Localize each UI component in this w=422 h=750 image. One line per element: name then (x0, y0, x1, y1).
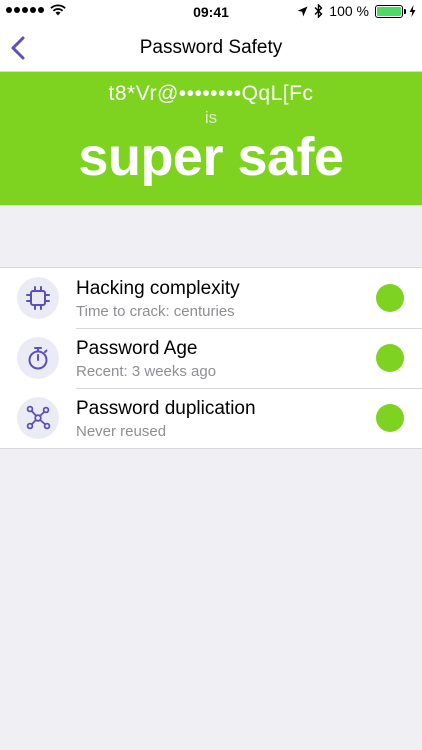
status-right: 100 % (297, 3, 416, 19)
status-indicator-dot (376, 404, 404, 432)
location-icon (297, 6, 308, 16)
status-indicator-dot (376, 284, 404, 312)
charging-icon (409, 5, 416, 17)
list-item-password-duplication[interactable]: Password duplication Never reused (0, 388, 422, 448)
list-item-subtitle: Time to crack: centuries (76, 303, 235, 320)
battery-percent: 100 % (329, 3, 369, 19)
stopwatch-icon (17, 337, 59, 379)
bluetooth-icon (314, 4, 323, 18)
chip-icon (17, 277, 59, 319)
list-item-subtitle: Never reused (76, 423, 167, 440)
list-item-hacking-complexity[interactable]: Hacking complexity Time to crack: centur… (0, 268, 422, 328)
network-icon (17, 397, 59, 439)
list-item-title: Password duplication (76, 398, 256, 419)
list-item-title: Password Age (76, 338, 198, 359)
navigation-bar: Password Safety (0, 24, 422, 72)
list-item-password-age[interactable]: Password Age Recent: 3 weeks ago (0, 328, 422, 388)
page-title: Password Safety (139, 37, 283, 58)
battery-icon (375, 4, 406, 18)
list-item-subtitle: Recent: 3 weeks ago (76, 363, 217, 380)
safety-checks-list: Hacking complexity Time to crack: centur… (0, 267, 422, 449)
list-item-title: Hacking complexity (76, 278, 240, 299)
status-bar: 09:41 100 % (0, 0, 422, 24)
safety-rating: super safe (78, 127, 344, 187)
hero-connector-text: is (204, 108, 218, 127)
status-indicator-dot (376, 344, 404, 372)
masked-password: t8*Vr@••••••••QqL[Fc (108, 82, 314, 105)
safety-hero-banner: t8*Vr@••••••••QqL[Fc is super safe (0, 72, 422, 205)
